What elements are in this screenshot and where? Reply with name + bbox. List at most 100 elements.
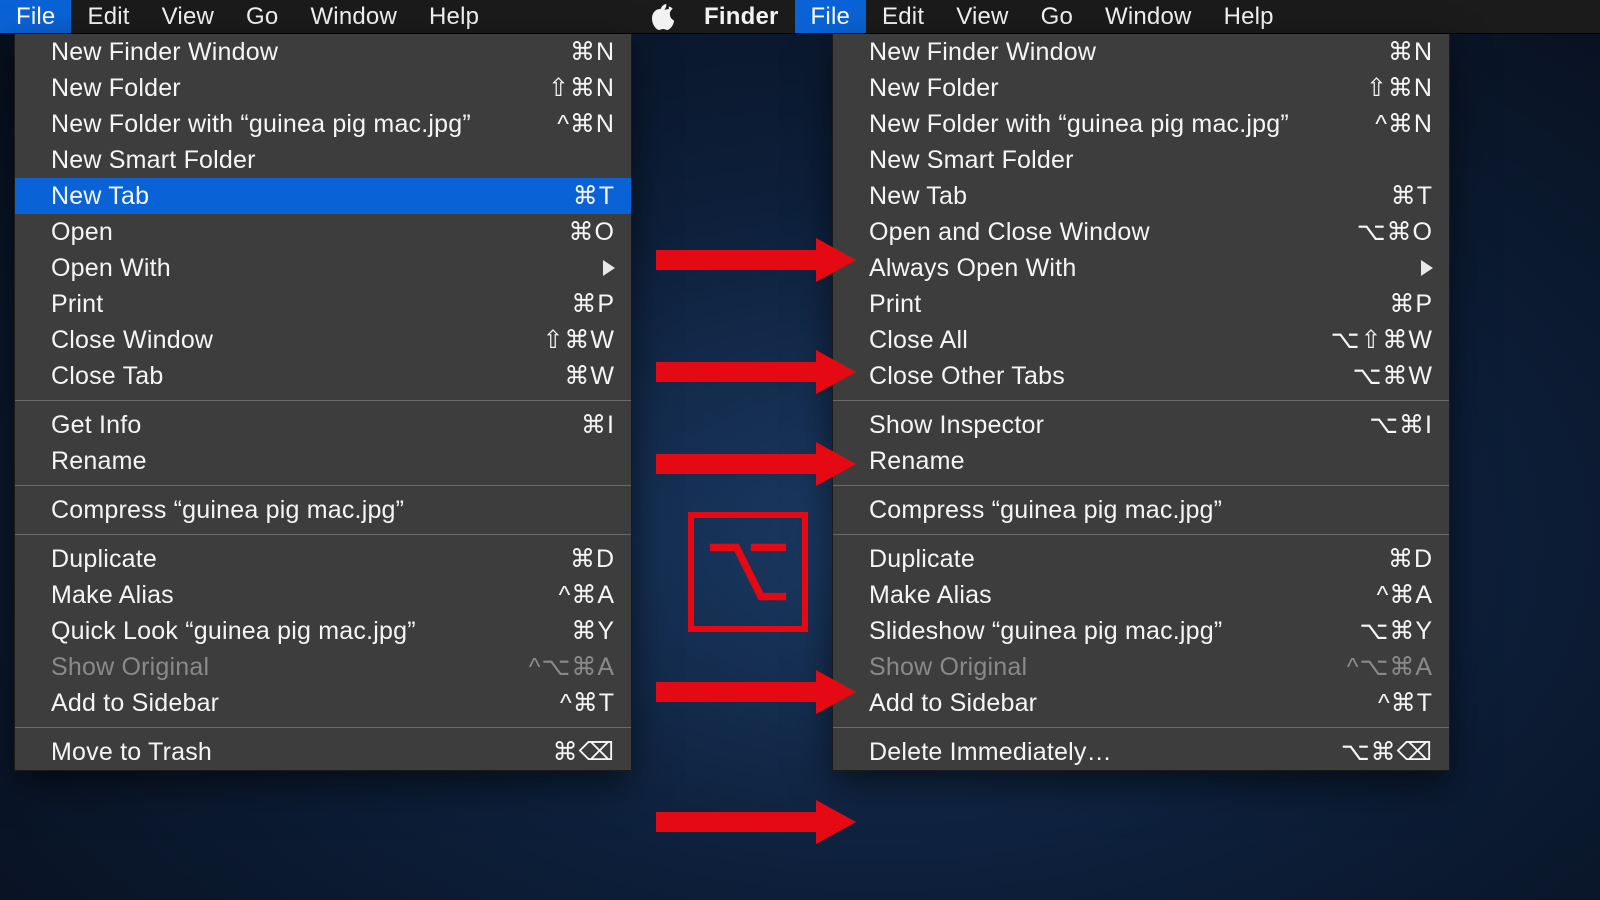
menu-item[interactable]: Open⌘O [15, 214, 631, 250]
menu-item-label: Show Inspector [869, 411, 1369, 440]
menu-window[interactable]: Window [1089, 0, 1208, 33]
menu-item-shortcut: ⌥⌘⌫ [1341, 737, 1433, 767]
menu-item-shortcut: ⌘W [564, 361, 615, 391]
menu-item-label: Get Info [51, 411, 581, 440]
app-name[interactable]: Finder [688, 0, 795, 33]
menu-item-shortcut: ⌘⌫ [553, 737, 615, 767]
apple-menu-icon[interactable] [634, 0, 688, 33]
menu-item-shortcut: ⌘D [1388, 544, 1433, 574]
menu-item-label: New Smart Folder [869, 146, 1433, 175]
menu-help[interactable]: Help [413, 0, 495, 33]
menu-item[interactable]: Print⌘P [15, 286, 631, 322]
menu-item[interactable]: Slideshow “guinea pig mac.jpg”⌥⌘Y [833, 613, 1449, 649]
menu-file[interactable]: File [795, 0, 866, 33]
menu-item[interactable]: Compress “guinea pig mac.jpg” [833, 492, 1449, 528]
menu-item[interactable]: Rename [15, 443, 631, 479]
menu-separator [15, 727, 631, 728]
annotation-arrow [656, 680, 856, 704]
menu-edit[interactable]: Edit [71, 0, 145, 33]
menu-item-label: Add to Sidebar [869, 689, 1378, 718]
menu-separator [833, 485, 1449, 486]
menu-item-label: Show Original [869, 653, 1347, 682]
menu-item[interactable]: New Tab⌘T [833, 178, 1449, 214]
menu-item[interactable]: Make Alias^⌘A [15, 577, 631, 613]
menu-item-label: New Tab [869, 182, 1391, 211]
menu-item[interactable]: Show Inspector⌥⌘I [833, 407, 1449, 443]
menu-item-shortcut: ⌥⌘W [1353, 361, 1433, 391]
menu-item[interactable]: Close Other Tabs⌥⌘W [833, 358, 1449, 394]
menu-item-label: Close Other Tabs [869, 362, 1353, 391]
menu-item-label: Open and Close Window [869, 218, 1357, 247]
annotation-arrow [656, 360, 856, 384]
annotation-arrow [656, 452, 856, 476]
menu-item-shortcut: ⌘P [1389, 289, 1433, 319]
menu-item-label: Rename [51, 447, 615, 476]
menu-item[interactable]: Close Tab⌘W [15, 358, 631, 394]
menu-item[interactable]: New Tab⌘T [15, 178, 631, 214]
menu-go[interactable]: Go [1025, 0, 1089, 33]
menu-item[interactable]: Rename [833, 443, 1449, 479]
menu-item-label: Close All [869, 326, 1331, 355]
menu-item-shortcut: ⇧⌘N [1366, 73, 1433, 103]
menu-separator [833, 400, 1449, 401]
menu-item[interactable]: Compress “guinea pig mac.jpg” [15, 492, 631, 528]
menu-item[interactable]: New Folder with “guinea pig mac.jpg”^⌘N [833, 106, 1449, 142]
menu-item-label: Show Original [51, 653, 529, 682]
menu-item[interactable]: New Smart Folder [833, 142, 1449, 178]
menu-item-label: Rename [869, 447, 1433, 476]
menu-item-label: Print [51, 290, 571, 319]
menu-item[interactable]: Quick Look “guinea pig mac.jpg”⌘Y [15, 613, 631, 649]
menu-view[interactable]: View [146, 0, 230, 33]
menu-item[interactable]: Close All⌥⇧⌘W [833, 322, 1449, 358]
menubar-left: File Edit View Go Window Help [0, 0, 630, 34]
menu-item-label: Make Alias [51, 581, 559, 610]
menu-item[interactable]: New Finder Window⌘N [15, 34, 631, 70]
menu-item[interactable]: Open With [15, 250, 631, 286]
menu-item[interactable]: Duplicate⌘D [833, 541, 1449, 577]
menu-item[interactable]: Print⌘P [833, 286, 1449, 322]
menu-item[interactable]: Add to Sidebar^⌘T [833, 685, 1449, 721]
menu-edit[interactable]: Edit [866, 0, 940, 33]
menu-item[interactable]: Close Window⇧⌘W [15, 322, 631, 358]
menu-item-shortcut: ^⌘A [559, 580, 615, 610]
menu-item-shortcut: ⌥⇧⌘W [1331, 325, 1433, 355]
menu-window[interactable]: Window [294, 0, 413, 33]
menu-item[interactable]: Add to Sidebar^⌘T [15, 685, 631, 721]
menu-item: Show Original^⌥⌘A [15, 649, 631, 685]
menu-help[interactable]: Help [1208, 0, 1290, 33]
menu-item[interactable]: Make Alias^⌘A [833, 577, 1449, 613]
menu-item[interactable]: Always Open With [833, 250, 1449, 286]
menu-item-label: Add to Sidebar [51, 689, 560, 718]
menu-item[interactable]: Move to Trash⌘⌫ [15, 734, 631, 770]
menu-item[interactable]: New Smart Folder [15, 142, 631, 178]
menu-separator [15, 485, 631, 486]
menu-item-label: New Finder Window [869, 38, 1388, 67]
menu-item-label: Open [51, 218, 569, 247]
menu-item[interactable]: Open and Close Window⌥⌘O [833, 214, 1449, 250]
menu-item-label: Print [869, 290, 1389, 319]
menu-item-shortcut: ⌘Y [571, 616, 615, 646]
menu-item[interactable]: Duplicate⌘D [15, 541, 631, 577]
menu-separator [833, 534, 1449, 535]
menu-item-label: Duplicate [51, 545, 570, 574]
menu-item[interactable]: New Folder⇧⌘N [15, 70, 631, 106]
menu-item[interactable]: New Folder⇧⌘N [833, 70, 1449, 106]
menu-item[interactable]: New Folder with “guinea pig mac.jpg”^⌘N [15, 106, 631, 142]
annotation-arrow [656, 810, 856, 834]
menu-item[interactable]: Get Info⌘I [15, 407, 631, 443]
menu-item-shortcut: ^⌘A [1377, 580, 1433, 610]
menu-item[interactable]: Delete Immediately…⌥⌘⌫ [833, 734, 1449, 770]
menu-item-shortcut: ⌘N [1388, 37, 1433, 67]
menu-item-shortcut: ⇧⌘W [542, 325, 615, 355]
menu-separator [833, 727, 1449, 728]
stage: File Edit View Go Window Help Finder Fil… [0, 0, 1600, 900]
menu-file[interactable]: File [0, 0, 71, 33]
menu-item-label: Delete Immediately… [869, 738, 1341, 767]
menu-item[interactable]: New Finder Window⌘N [833, 34, 1449, 70]
menu-item-shortcut: ⌘P [571, 289, 615, 319]
menu-go[interactable]: Go [230, 0, 294, 33]
menu-item-shortcut: ^⌥⌘A [1347, 652, 1433, 682]
file-menu-left: New Finder Window⌘NNew Folder⇧⌘NNew Fold… [14, 34, 632, 771]
menu-item-shortcut: ^⌘T [560, 688, 615, 718]
menu-view[interactable]: View [940, 0, 1024, 33]
